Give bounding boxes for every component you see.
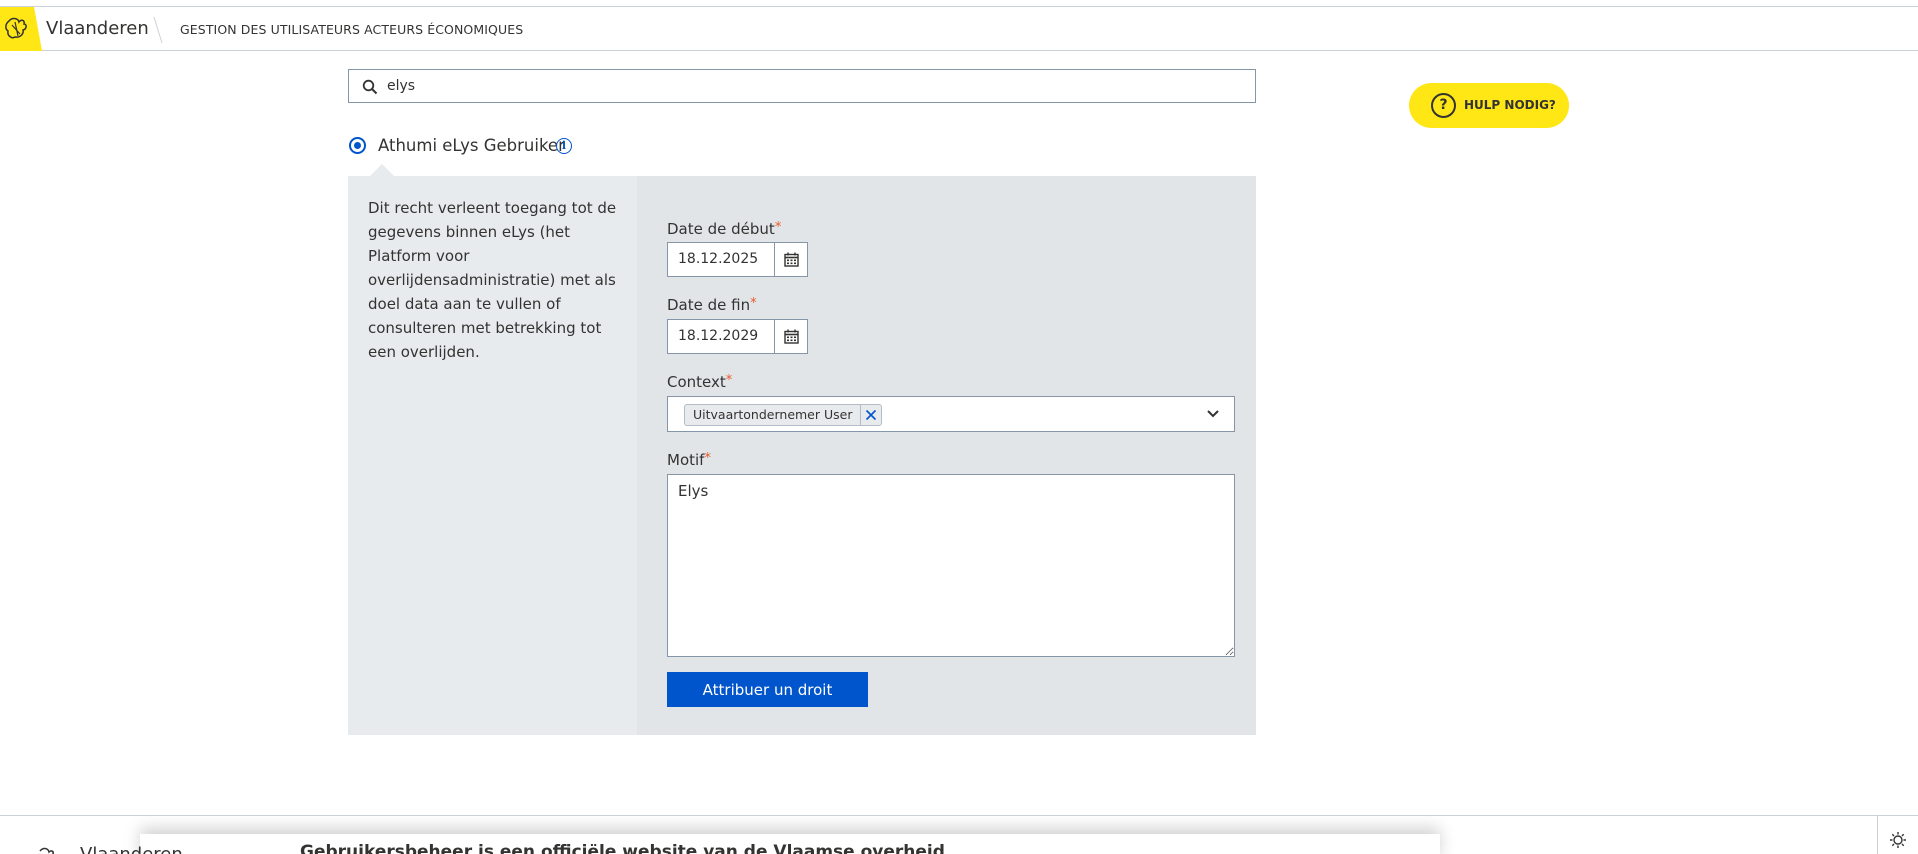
start-date-value[interactable]: 18.12.2025 — [678, 251, 758, 267]
end-date-label-text: Date de fin — [667, 296, 751, 314]
remove-context-button[interactable] — [861, 405, 881, 425]
required-marker: * — [750, 296, 757, 311]
search-field[interactable] — [348, 69, 1256, 103]
context-select[interactable]: Uitvaartondernemer User — [667, 396, 1235, 432]
footer-corner-button[interactable] — [1877, 816, 1918, 854]
panel-pointer — [370, 164, 394, 176]
motif-label-text: Motif — [667, 451, 705, 469]
context-pill-label: Uitvaartondernemer User — [685, 405, 862, 425]
info-icon[interactable]: i — [556, 138, 572, 154]
help-button[interactable]: ? HULP NODIG? — [1409, 83, 1569, 128]
assign-right-button[interactable]: Attribuer un droit — [667, 672, 868, 707]
context-label: Context* — [667, 373, 732, 391]
footer-official-text: Gebruikersbeheer is een officiële websit… — [300, 842, 945, 854]
required-marker: * — [704, 451, 711, 466]
context-pill: Uitvaartondernemer User — [684, 404, 883, 426]
motif-textarea[interactable]: Elys — [667, 474, 1235, 657]
question-icon: ? — [1431, 93, 1456, 118]
close-icon — [866, 409, 877, 421]
end-date-field[interactable]: 18.12.2029 — [667, 319, 808, 354]
end-date-value[interactable]: 18.12.2029 — [678, 328, 758, 344]
vlaanderen-footer-logo[interactable] — [36, 843, 60, 854]
required-marker: * — [725, 373, 733, 388]
chevron-down-icon[interactable] — [1206, 409, 1220, 419]
start-date-label-text: Date de début — [667, 220, 775, 238]
right-name[interactable]: Athumi eLys Gebruiker — [378, 136, 565, 155]
right-radio[interactable] — [349, 137, 366, 154]
calendar-icon — [784, 329, 799, 344]
site-header: Vlaanderen GESTION DES UTILISATEURS ACTE… — [0, 7, 1918, 51]
site-footer: Vlaanderen Gebruikersbeheer is een offic… — [0, 815, 1918, 854]
gear-icon — [1890, 832, 1906, 848]
app-title[interactable]: GESTION DES UTILISATEURS ACTEURS ÉCONOMI… — [180, 22, 523, 37]
end-date-label: Date de fin* — [667, 296, 757, 314]
required-marker: * — [774, 220, 782, 235]
right-description: Dit recht verleent toegang tot de gegeve… — [368, 199, 617, 361]
top-line — [0, 0, 1918, 7]
context-label-text: Context — [667, 373, 726, 391]
calendar-icon — [784, 252, 799, 267]
header-separator — [153, 16, 163, 44]
start-date-field[interactable]: 18.12.2025 — [667, 242, 808, 277]
vlaanderen-logo[interactable] — [0, 7, 42, 51]
footer-brand[interactable]: Vlaanderen — [80, 844, 183, 854]
search-icon — [362, 79, 378, 95]
end-date-picker-button[interactable] — [774, 320, 807, 353]
brand-name[interactable]: Vlaanderen — [46, 18, 149, 39]
start-date-label: Date de début* — [667, 220, 781, 238]
motif-label: Motif* — [667, 451, 711, 469]
help-label: HULP NODIG? — [1464, 98, 1556, 112]
start-date-picker-button[interactable] — [774, 243, 807, 276]
search-input[interactable] — [387, 71, 1247, 101]
